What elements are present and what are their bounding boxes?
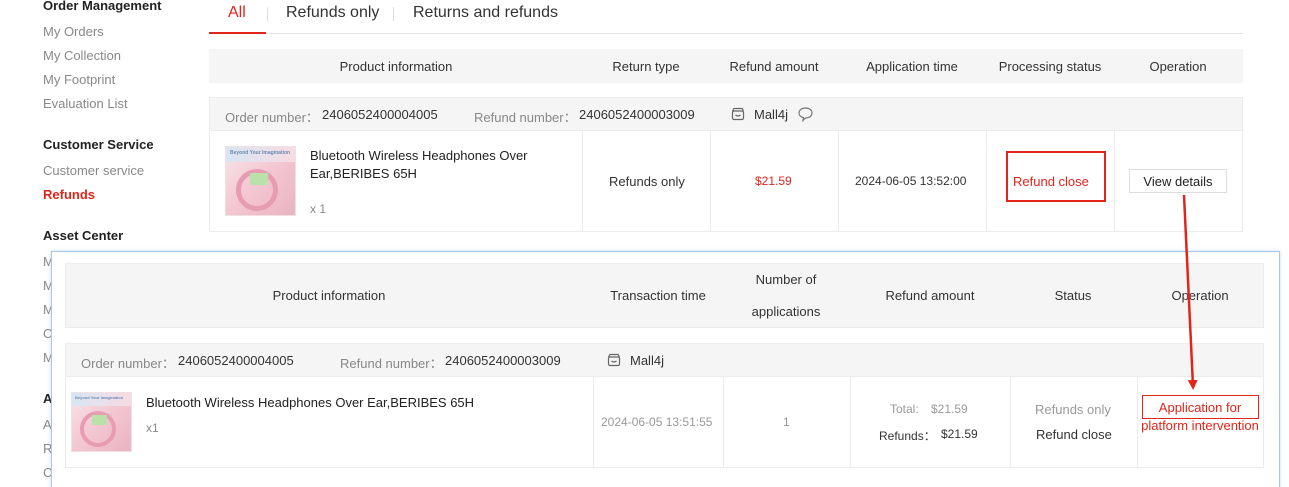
cell-divider [1137, 377, 1138, 468]
view-details-button[interactable]: View details [1129, 169, 1227, 193]
product-quantity: x1 [146, 421, 159, 435]
tab-all[interactable]: All [228, 4, 246, 22]
thumbnail-caption: Beyond Your Imagination [230, 150, 291, 156]
details-order-card: Order number： 2406052400004005 Refund nu… [65, 343, 1264, 468]
cell-divider [710, 131, 711, 232]
cell-divider [1114, 131, 1115, 232]
cell-divider [1010, 377, 1011, 468]
order-number: 2406052400004005 [178, 353, 294, 368]
status-result: Refund close [1036, 427, 1112, 442]
sidebar-item-my-footprint[interactable]: My Footprint [43, 72, 115, 87]
column-number-of-applications-line1: Number of [755, 272, 817, 287]
product-name[interactable]: Bluetooth Wireless Headphones Over Ear,B… [146, 394, 566, 412]
refund-number: 2406052400003009 [445, 353, 561, 368]
column-operation: Operation [1171, 288, 1229, 303]
transaction-time: 2024-06-05 13:51:55 [601, 415, 713, 429]
status-type: Refunds only [1035, 402, 1111, 417]
shop-icon [731, 107, 745, 124]
processing-status: Refund close [1013, 174, 1089, 189]
sidebar-heading-customer-service: Customer Service [43, 137, 154, 152]
refund-total-value: $21.59 [931, 402, 968, 416]
column-product-information: Product information [339, 59, 453, 74]
refunds-label: Refunds： [879, 429, 936, 443]
tab-divider [393, 7, 394, 21]
column-transaction-time: Transaction time [610, 288, 706, 303]
refund-total-label: Total: [890, 402, 919, 416]
column-operation: Operation [1149, 59, 1207, 74]
order-number-label: Order number： [225, 110, 319, 125]
cell-divider [593, 377, 594, 468]
order-card-header: Order number： 2406052400004005 Refund nu… [210, 98, 1242, 131]
refund-amount: $21.59 [755, 174, 792, 188]
sidebar-heading-order-management: Order Management [43, 0, 162, 13]
sidebar-item-customer-service[interactable]: Customer service [43, 163, 144, 178]
column-application-time: Application time [866, 59, 958, 74]
cell-divider [838, 131, 839, 232]
tab-refunds-only[interactable]: Refunds only [286, 4, 379, 22]
refunds-value: $21.59 [941, 427, 978, 441]
refund-tabs: All Refunds only Returns and refunds [209, 0, 1243, 34]
order-number: 2406052400004005 [322, 107, 438, 122]
product-card-shape [92, 415, 107, 425]
active-tab-indicator [209, 32, 266, 34]
order-card-header: Order number： 2406052400004005 Refund nu… [66, 344, 1263, 377]
column-number-of-applications-line2: applications [751, 304, 821, 319]
sidebar-item-my-orders[interactable]: My Orders [43, 24, 104, 39]
refund-number: 2406052400003009 [579, 107, 695, 122]
details-table-header: Product information Transaction time Num… [65, 263, 1264, 328]
order-number-label: Order number： [81, 356, 175, 371]
column-return-type: Return type [612, 59, 680, 74]
chat-icon[interactable] [797, 106, 814, 125]
return-type: Refunds only [609, 174, 685, 189]
thumbnail-caption: Beyond Your Imagination [75, 395, 124, 400]
product-thumbnail[interactable]: Beyond Your Imagination [225, 146, 296, 216]
number-of-applications: 1 [783, 415, 790, 429]
sidebar-item-my-collection[interactable]: My Collection [43, 48, 121, 63]
tab-divider [267, 7, 268, 21]
shop-icon [607, 353, 621, 370]
refund-number-label: Refund number： [340, 356, 443, 371]
column-product-information: Product information [272, 288, 386, 303]
product-name[interactable]: Bluetooth Wireless Headphones Over Ear,B… [310, 147, 550, 183]
platform-intervention-button[interactable]: Application for platform intervention [1140, 399, 1260, 435]
cell-divider [582, 131, 583, 232]
shop-name[interactable]: Mall4j [754, 107, 788, 122]
product-quantity: x 1 [310, 202, 327, 216]
product-card-shape [250, 173, 268, 185]
refund-number-label: Refund number： [474, 110, 577, 125]
sidebar-heading-asset-center: Asset Center [43, 228, 124, 243]
product-thumbnail[interactable]: Beyond Your Imagination [71, 392, 132, 452]
sidebar-item-evaluation-list[interactable]: Evaluation List [43, 96, 128, 111]
cell-divider [986, 131, 987, 232]
sidebar-item-refunds[interactable]: Refunds [43, 187, 95, 202]
refund-table-header: Product information Return type Refund a… [209, 49, 1243, 83]
cell-divider [723, 377, 724, 468]
tab-returns-and-refunds[interactable]: Returns and refunds [413, 4, 558, 22]
shop-name[interactable]: Mall4j [630, 353, 664, 368]
column-processing-status: Processing status [998, 59, 1102, 74]
cell-divider [850, 377, 851, 468]
application-time: 2024-06-05 13:52:00 [855, 174, 967, 188]
column-refund-amount: Refund amount [885, 288, 975, 303]
column-status: Status [1054, 288, 1092, 303]
column-refund-amount: Refund amount [729, 59, 819, 74]
